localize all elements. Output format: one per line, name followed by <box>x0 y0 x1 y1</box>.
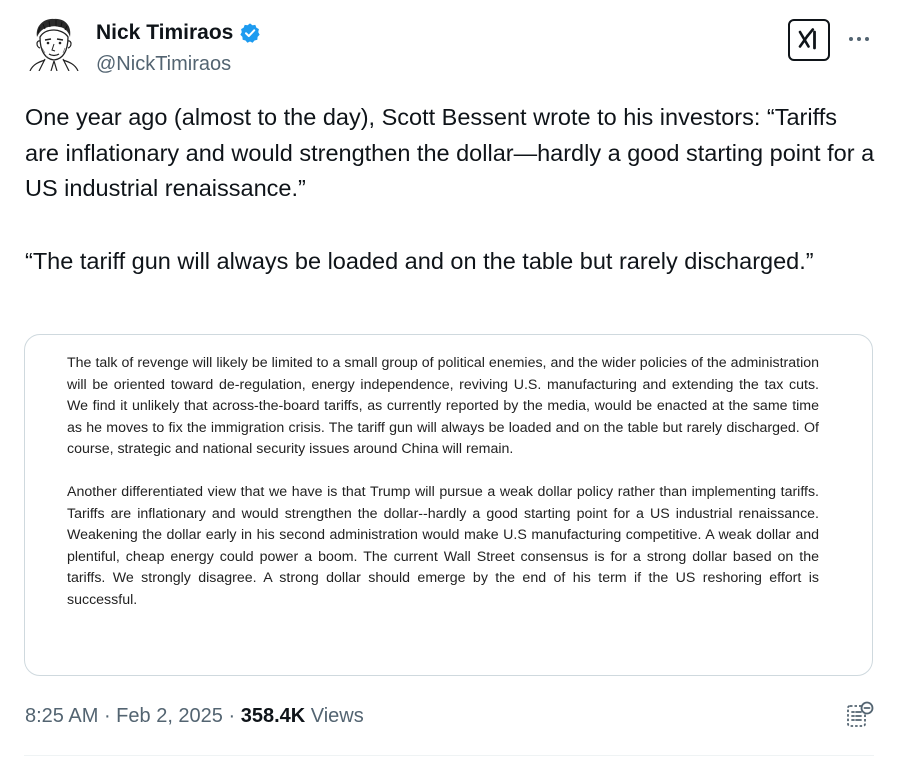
author-handle[interactable]: @NickTimiraos <box>96 52 231 76</box>
tweet-meta: 8:25 AM · Feb 2, 2025 · 358.4K Views <box>25 703 364 729</box>
tweet-date[interactable]: Feb 2, 2025 <box>116 705 223 727</box>
more-options-button[interactable] <box>844 26 874 52</box>
meta-separator: · <box>222 705 241 727</box>
tweet-paragraph: One year ago (almost to the day), Scott … <box>25 104 875 201</box>
tweet-text: One year ago (almost to the day), Scott … <box>25 100 875 279</box>
document-paragraph: Another differentiated view that we have… <box>67 483 819 608</box>
verified-badge-icon[interactable] <box>239 22 261 44</box>
tweet-time[interactable]: 8:25 AM <box>25 705 98 727</box>
author-display-name[interactable]: Nick Timiraos <box>96 20 233 46</box>
meta-separator: · <box>98 705 117 727</box>
sketch-portrait-avatar-icon <box>25 15 81 72</box>
document-excerpt: The talk of revenge will likely be limit… <box>67 353 819 612</box>
views-label: Views <box>305 705 364 727</box>
tweet-paragraph: “The tariff gun will always be loaded an… <box>25 247 814 274</box>
x-ai-logo-icon[interactable] <box>788 19 830 61</box>
bookmark-list-icon <box>847 701 874 727</box>
divider <box>24 755 874 756</box>
views-count: 358.4K <box>240 705 306 727</box>
bookmark-button[interactable] <box>845 700 875 730</box>
tweet-media-image[interactable]: The talk of revenge will likely be limit… <box>24 334 873 676</box>
document-paragraph: The talk of revenge will likely be limit… <box>67 355 819 458</box>
avatar[interactable] <box>25 15 81 72</box>
more-dots-icon <box>849 37 869 41</box>
author-name-row[interactable]: Nick Timiraos <box>96 20 261 46</box>
